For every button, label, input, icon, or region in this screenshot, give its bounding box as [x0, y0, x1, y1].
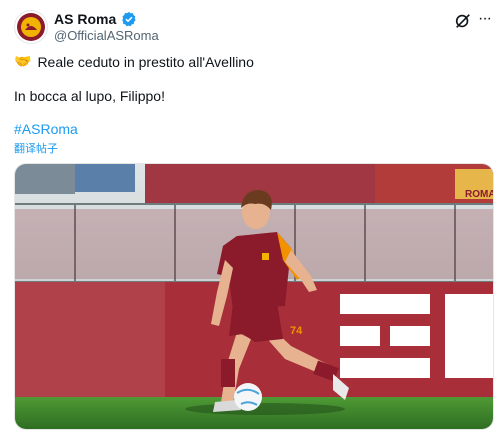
translate-link[interactable]: 翻译帖子	[14, 140, 58, 156]
as-roma-crest-icon	[17, 13, 45, 41]
photo-image: 74 ROMA	[15, 164, 493, 429]
banner-text: ROMA	[465, 189, 493, 200]
avatar[interactable]	[14, 10, 48, 44]
tweet-text: Reale ceduto in prestito all'Avellino	[37, 53, 254, 70]
tweet-text-line2: In bocca al lupo, Filippo!	[14, 88, 165, 104]
hashtag-link[interactable]: #ASRoma	[14, 121, 78, 137]
jersey-number: 74	[290, 325, 303, 337]
tweet-text-line1: 🤝 Reale ceduto in prestito all'Avellino	[14, 53, 254, 70]
grok-icon[interactable]	[454, 12, 472, 30]
tweet-photo[interactable]: 74 ROMA	[14, 163, 494, 430]
handshake-icon: 🤝	[14, 53, 32, 69]
author-row: AS Roma	[54, 11, 137, 27]
account-name[interactable]: AS Roma	[54, 11, 116, 27]
more-icon[interactable]: ···	[478, 10, 492, 28]
tweet-card: AS Roma @OfficialASRoma ··· 🤝 Reale cedu…	[0, 0, 500, 440]
account-handle[interactable]: @OfficialASRoma	[54, 28, 159, 43]
verified-icon	[121, 11, 137, 27]
